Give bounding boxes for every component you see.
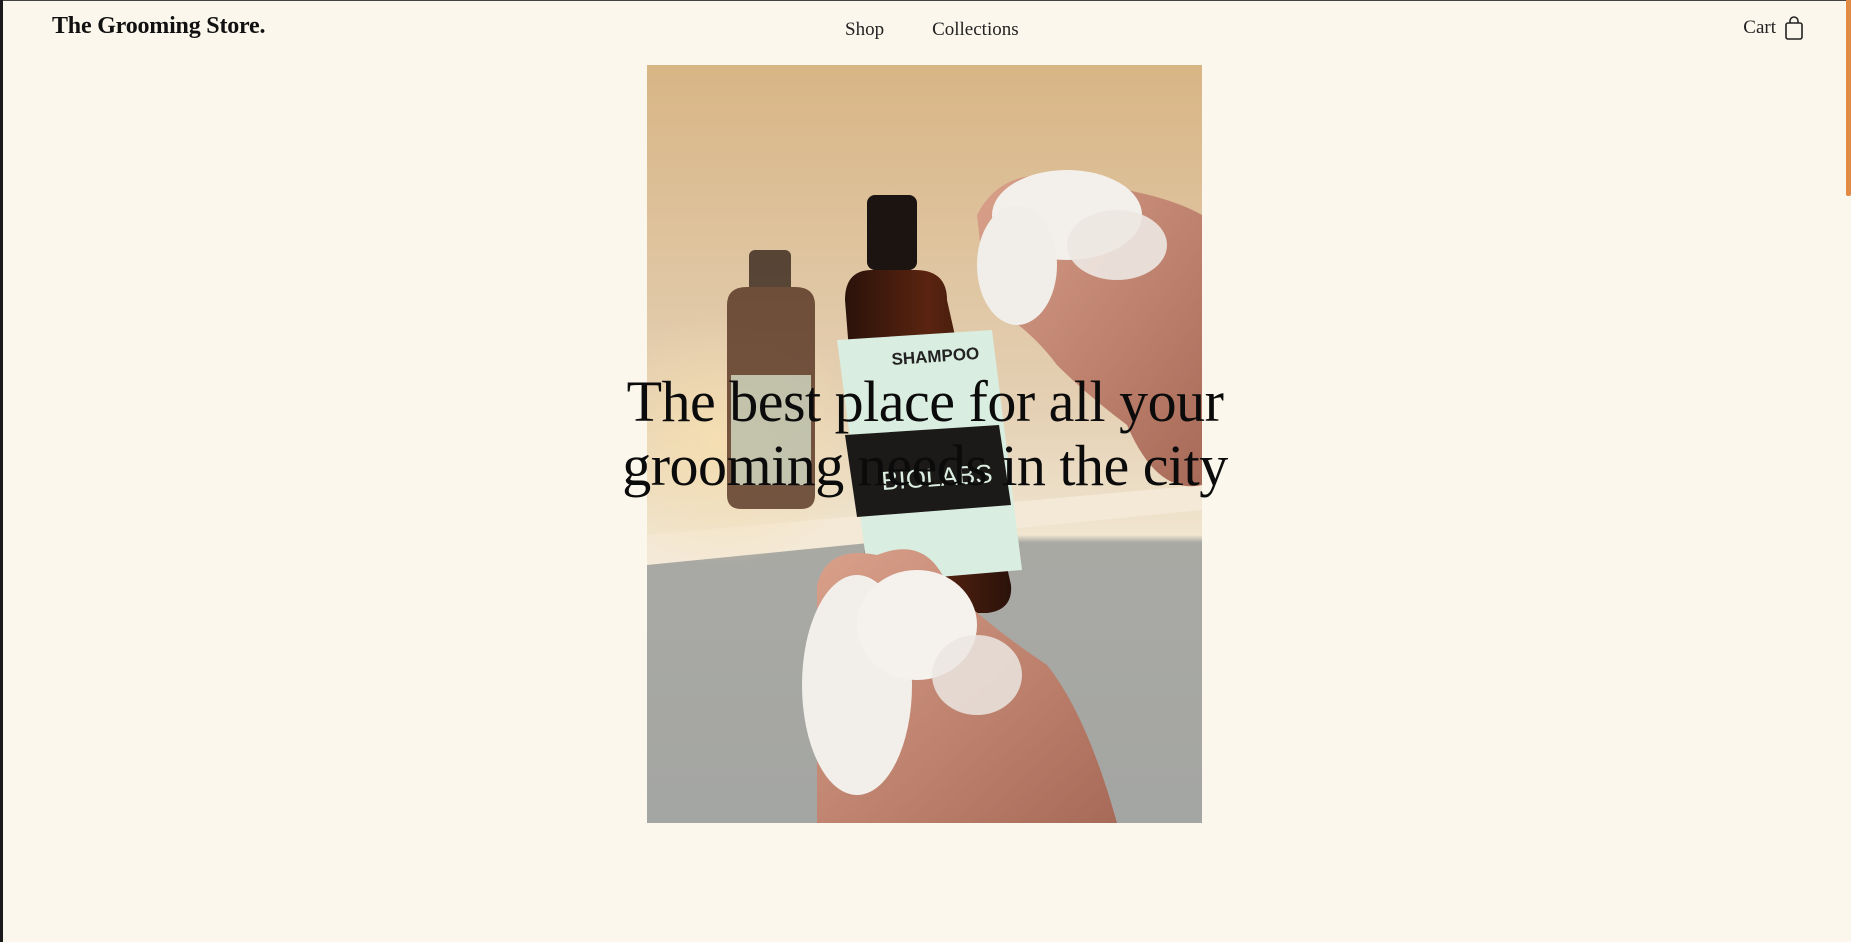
nav-collections-link[interactable]: Collections: [932, 19, 1019, 41]
window-left-border: [0, 0, 3, 942]
nav-shop-link[interactable]: Shop: [845, 19, 884, 41]
hero-title: The best place for all your grooming nee…: [622, 369, 1228, 498]
main-nav: Shop Collections: [845, 19, 1019, 41]
cart-link[interactable]: Cart: [1743, 15, 1804, 41]
site-logo[interactable]: The Grooming Store.: [52, 13, 266, 40]
cart-label: Cart: [1743, 17, 1776, 38]
shopping-bag-icon: [1784, 15, 1804, 41]
site-header: The Grooming Store. Shop Collections Car…: [0, 0, 1851, 60]
